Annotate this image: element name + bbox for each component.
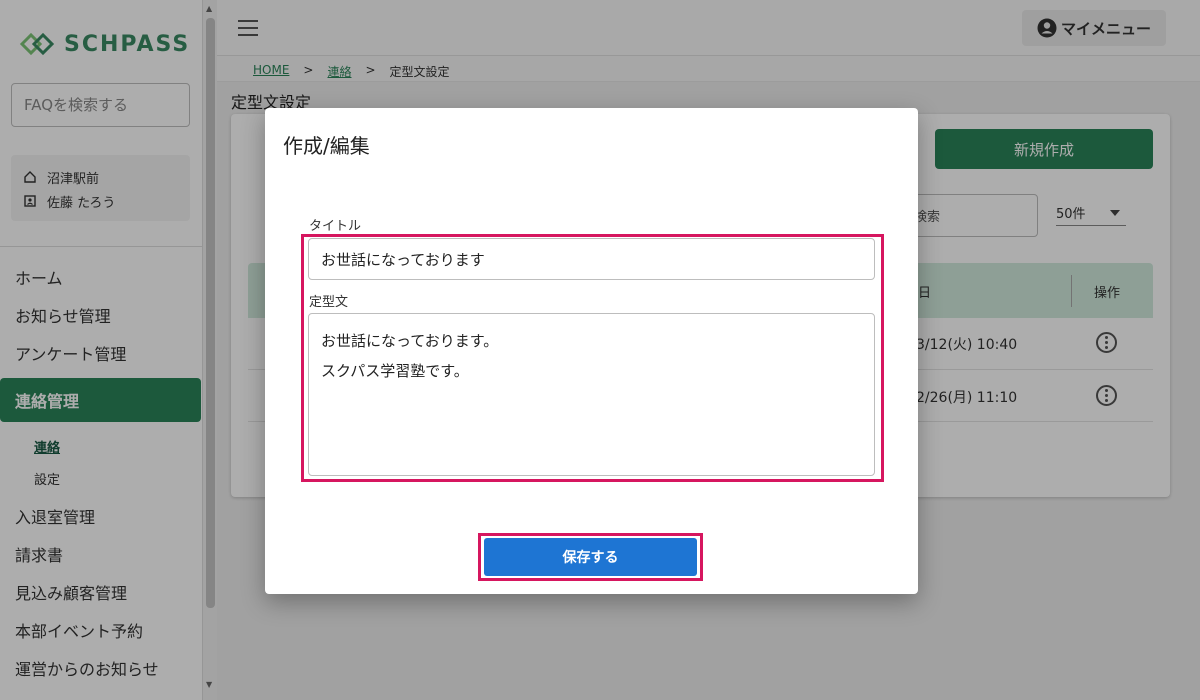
body-line: スクパス学習塾です。 (321, 362, 469, 380)
save-button[interactable]: 保存する (484, 538, 697, 576)
template-body-textarea[interactable]: お世話になっております。 スクパス学習塾です。 (308, 313, 875, 476)
title-input[interactable]: お世話になっております (308, 238, 875, 280)
edit-dialog: 作成/編集 タイトル お世話になっております 定型文 お世話になっております。 … (265, 108, 918, 594)
body-field-label: 定型文 (309, 295, 349, 310)
body-line: お世話になっております。 (321, 332, 499, 350)
title-field-label: タイトル (309, 219, 362, 234)
dialog-title: 作成/編集 (283, 134, 370, 158)
